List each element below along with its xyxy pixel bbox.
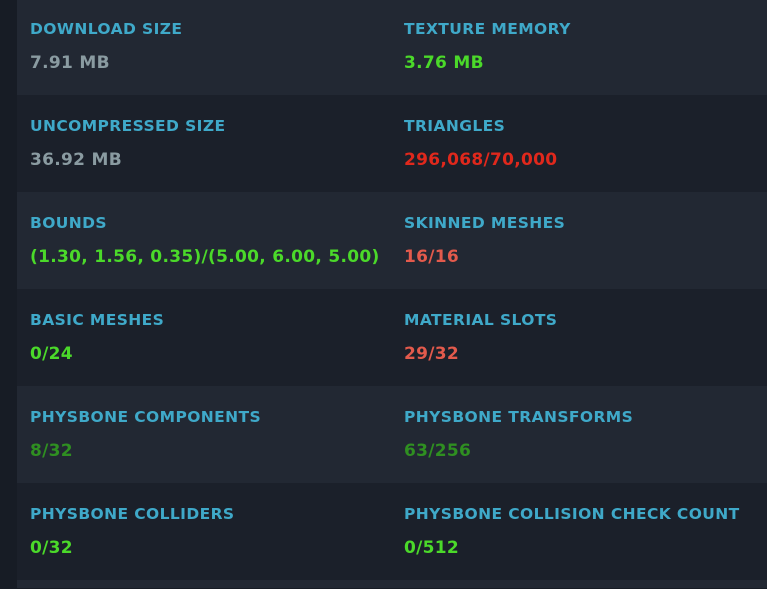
stat-triangles: TRIANGLES 296,068/70,000 [404, 95, 764, 192]
stat-label: TEXTURE MEMORY [404, 20, 571, 38]
stat-label: PHYSBONE COLLIDERS [30, 505, 235, 523]
stat-label: PHYSBONE COMPONENTS [30, 408, 262, 426]
stat-label: SKINNED MESHES [404, 214, 566, 232]
stat-label: MATERIAL SLOTS [404, 311, 558, 329]
stat-bounds: BOUNDS (1.30, 1.56, 0.35)/(5.00, 6.00, 5… [30, 192, 390, 289]
performance-stats-panel: DOWNLOAD SIZE 7.91 MB TEXTURE MEMORY 3.7… [17, 0, 767, 589]
stat-basic-meshes: BASIC MESHES 0/24 [30, 289, 390, 386]
stat-value: (1.30, 1.56, 0.35)/(5.00, 6.00, 5.00) [30, 247, 380, 267]
stat-value: 0/32 [30, 538, 73, 558]
stat-value: 36.92 MB [30, 150, 122, 170]
stat-uncompressed-size: UNCOMPRESSED SIZE 36.92 MB [30, 95, 390, 192]
stat-physbone-collision-check-count: PHYSBONE COLLISION CHECK COUNT 0/512 [404, 483, 764, 580]
stat-value: 3.76 MB [404, 53, 484, 73]
stat-row: BASIC MESHES 0/24 MATERIAL SLOTS 29/32 [17, 289, 767, 386]
stat-value: 29/32 [404, 344, 460, 364]
stat-skinned-meshes: SKINNED MESHES 16/16 [404, 192, 764, 289]
stat-value: 296,068/70,000 [404, 150, 558, 170]
stat-physbone-transforms: PHYSBONE TRANSFORMS 63/256 [404, 386, 764, 483]
stat-value: 0/512 [404, 538, 460, 558]
stat-row: PHYSBONE COLLIDERS 0/32 PHYSBONE COLLISI… [17, 483, 767, 580]
stat-label: TRIANGLES [404, 117, 506, 135]
stat-row: UNCOMPRESSED SIZE 36.92 MB TRIANGLES 296… [17, 95, 767, 192]
stat-value: 63/256 [404, 441, 472, 461]
stat-texture-memory: TEXTURE MEMORY 3.76 MB [404, 0, 764, 95]
stat-value: 0/24 [30, 344, 73, 364]
left-gutter [0, 0, 17, 589]
stat-label: DOWNLOAD SIZE [30, 20, 183, 38]
stat-value: 8/32 [30, 441, 73, 461]
stat-material-slots: MATERIAL SLOTS 29/32 [404, 289, 764, 386]
stat-label: PHYSBONE COLLISION CHECK COUNT [404, 505, 740, 523]
stat-physbone-components: PHYSBONE COMPONENTS 8/32 [30, 386, 390, 483]
stat-value: 16/16 [404, 247, 460, 267]
stat-label: BASIC MESHES [30, 311, 165, 329]
stat-row: BOUNDS (1.30, 1.56, 0.35)/(5.00, 6.00, 5… [17, 192, 767, 289]
stat-value: 7.91 MB [30, 53, 110, 73]
stat-download-size: DOWNLOAD SIZE 7.91 MB [30, 0, 390, 95]
stat-row: PHYSBONE COMPONENTS 8/32 PHYSBONE TRANSF… [17, 386, 767, 483]
stat-row-partial [17, 580, 767, 588]
stat-row: DOWNLOAD SIZE 7.91 MB TEXTURE MEMORY 3.7… [17, 0, 767, 95]
stat-label: BOUNDS [30, 214, 107, 232]
stat-label: PHYSBONE TRANSFORMS [404, 408, 634, 426]
stat-label: UNCOMPRESSED SIZE [30, 117, 226, 135]
stat-physbone-colliders: PHYSBONE COLLIDERS 0/32 [30, 483, 390, 580]
